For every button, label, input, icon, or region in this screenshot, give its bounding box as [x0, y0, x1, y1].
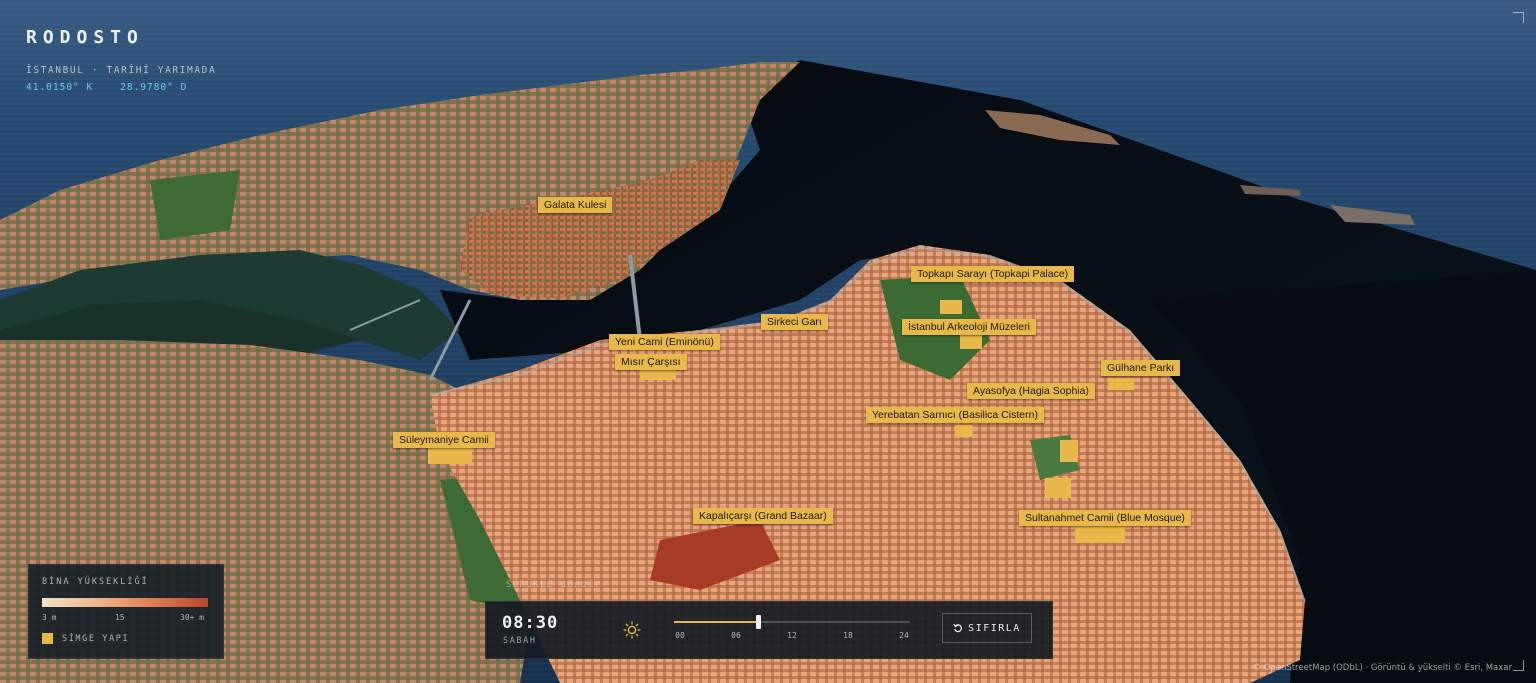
latitude: 41.0150° K [26, 82, 94, 93]
landmark-label[interactable]: Gülhane Parkı [1101, 360, 1181, 376]
map-3d-view[interactable] [0, 0, 1536, 683]
slider-tick: 06 [731, 631, 741, 640]
legend-title: BİNA YÜKSEKLİĞİ [42, 577, 149, 587]
longitude: 28.9780° D [120, 82, 188, 93]
legend-tick: 30+ m [180, 613, 205, 622]
drag-hint: SÜRÜKLE döndür [506, 580, 602, 590]
map-attribution: © OpenStreetMap (ODbL) · Görüntü & yükse… [1252, 663, 1512, 673]
legend-tick: 15 [115, 613, 125, 622]
rotate-ccw-icon [953, 623, 963, 633]
coordinates: 41.0150° K 28.9780° D [26, 82, 187, 93]
time-value: 08:30 [502, 613, 559, 633]
reset-button[interactable]: SIFIRLA [942, 613, 1032, 643]
time-period: SABAH [503, 636, 537, 646]
landmark-label[interactable]: Sirkeci Garı [761, 314, 828, 330]
landmark-label[interactable]: Mısır Çarşısı [615, 354, 687, 370]
sun-icon [623, 621, 641, 639]
slider-tick: 12 [787, 631, 797, 640]
slider-tick: 00 [675, 631, 685, 640]
slider-tick: 18 [843, 631, 853, 640]
reset-label: SIFIRLA [968, 622, 1021, 634]
height-legend: BİNA YÜKSEKLİĞİ 3 m 15 30+ m SİMGE YAPI [28, 564, 224, 659]
time-slider[interactable] [674, 615, 910, 629]
landmark-label[interactable]: Süleymaniye Camii [393, 432, 495, 448]
landmark-label[interactable]: Topkapı Sarayı (Topkapi Palace) [911, 266, 1075, 282]
app-title: RODOSTO [26, 27, 144, 48]
time-panel: 08:30 SABAH 00 06 12 18 24 SIFIRLA [485, 601, 1053, 659]
landmark-legend-label: SİMGE YAPI [62, 634, 130, 644]
landmark-label[interactable]: Kapalıçarşı (Grand Bazaar) [693, 508, 833, 524]
legend-tick: 3 m [42, 613, 57, 622]
landmark-label[interactable]: Yerebatan Sarnıcı (Basilica Cistern) [866, 407, 1044, 423]
landmark-swatch [42, 633, 53, 644]
time-slider-thumb[interactable] [756, 615, 761, 629]
landmark-label[interactable]: Ayasofya (Hagia Sophia) [967, 383, 1095, 399]
time-slider-fill [674, 621, 758, 623]
frame-corner [1513, 12, 1524, 23]
landmark-label[interactable]: Sultanahmet Camii (Blue Mosque) [1019, 510, 1191, 526]
landmark-label[interactable]: Galata Kulesi [538, 197, 613, 213]
frame-corner [1513, 660, 1524, 671]
height-gradient-bar [42, 598, 208, 607]
landmark-label[interactable]: İstanbul Arkeoloji Müzeleri [902, 319, 1036, 335]
location-subtitle: İSTANBUL · TARİHİ YARIMADA [26, 65, 217, 76]
slider-tick: 24 [899, 631, 909, 640]
landmark-label[interactable]: Yeni Cami (Eminönü) [609, 334, 720, 350]
